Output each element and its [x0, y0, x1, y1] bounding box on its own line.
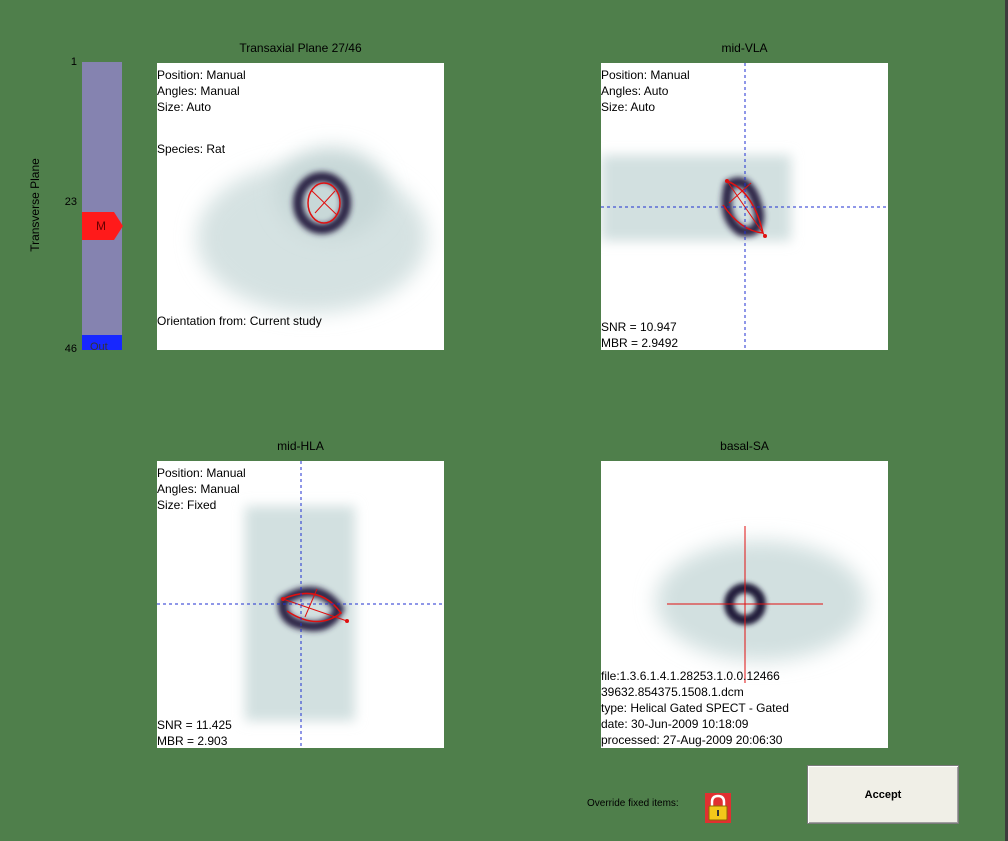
- slider-out-label: Out: [90, 341, 108, 353]
- vla-snr: SNR = 10.947: [601, 320, 677, 334]
- transaxial-panel[interactable]: Position: Manual Angles: Manual Size: Au…: [157, 63, 444, 350]
- override-lock-button[interactable]: [705, 793, 731, 823]
- vla-size: Size: Auto: [601, 100, 656, 114]
- slider-tick-mid: 23: [64, 196, 77, 208]
- slider-marker-label: M: [96, 219, 106, 233]
- transaxial-species: Species: Rat: [157, 142, 226, 156]
- sa-title: basal-SA: [720, 439, 769, 453]
- transaxial-angles: Angles: Manual: [157, 84, 240, 98]
- slider-tick-top: 1: [70, 56, 77, 68]
- accept-button[interactable]: Accept: [807, 765, 959, 824]
- vla-panel[interactable]: Position: Manual Angles: Auto Size: Auto…: [601, 63, 888, 350]
- sa-file-line1: file:1.3.6.1.4.1.28253.1.0.0.12466: [601, 669, 780, 683]
- hla-panel[interactable]: Position: Manual Angles: Manual Size: Fi…: [157, 461, 444, 748]
- sa-date: date: 30-Jun-2009 10:18:09: [601, 717, 749, 731]
- slider-tick-bottom: 46: [64, 343, 77, 355]
- vla-mbr: MBR = 2.9492: [601, 336, 679, 350]
- transverse-plane-slider[interactable]: [82, 62, 122, 350]
- transaxial-size: Size: Auto: [157, 100, 212, 114]
- transaxial-title: Transaxial Plane 27/46: [239, 41, 362, 55]
- slider-out-region[interactable]: Out: [82, 335, 122, 353]
- lock-icon: [705, 793, 731, 823]
- hla-size: Size: Fixed: [157, 498, 217, 512]
- sa-panel[interactable]: file:1.3.6.1.4.1.28253.1.0.0.12466 39632…: [601, 461, 888, 748]
- sa-type: type: Helical Gated SPECT - Gated: [601, 701, 789, 715]
- transaxial-orientation: Orientation from: Current study: [157, 314, 322, 328]
- sa-file-line2: 39632.854375.1508.1.dcm: [601, 685, 744, 699]
- transaxial-position: Position: Manual: [157, 68, 246, 82]
- hla-angles: Angles: Manual: [157, 482, 240, 496]
- hla-mbr: MBR = 2.903: [157, 734, 228, 748]
- vla-angles: Angles: Auto: [601, 84, 669, 98]
- hla-snr: SNR = 11.425: [157, 718, 232, 732]
- vla-title: mid-VLA: [721, 41, 768, 55]
- slider-marker[interactable]: M: [82, 212, 124, 240]
- override-label: Override fixed items:: [587, 798, 679, 809]
- hla-title: mid-HLA: [277, 439, 324, 453]
- vla-position: Position: Manual: [601, 68, 690, 82]
- hla-position: Position: Manual: [157, 466, 246, 480]
- sa-processed: processed: 27-Aug-2009 20:06:30: [601, 733, 783, 747]
- slider-axis-label: Transverse Plane: [27, 158, 42, 252]
